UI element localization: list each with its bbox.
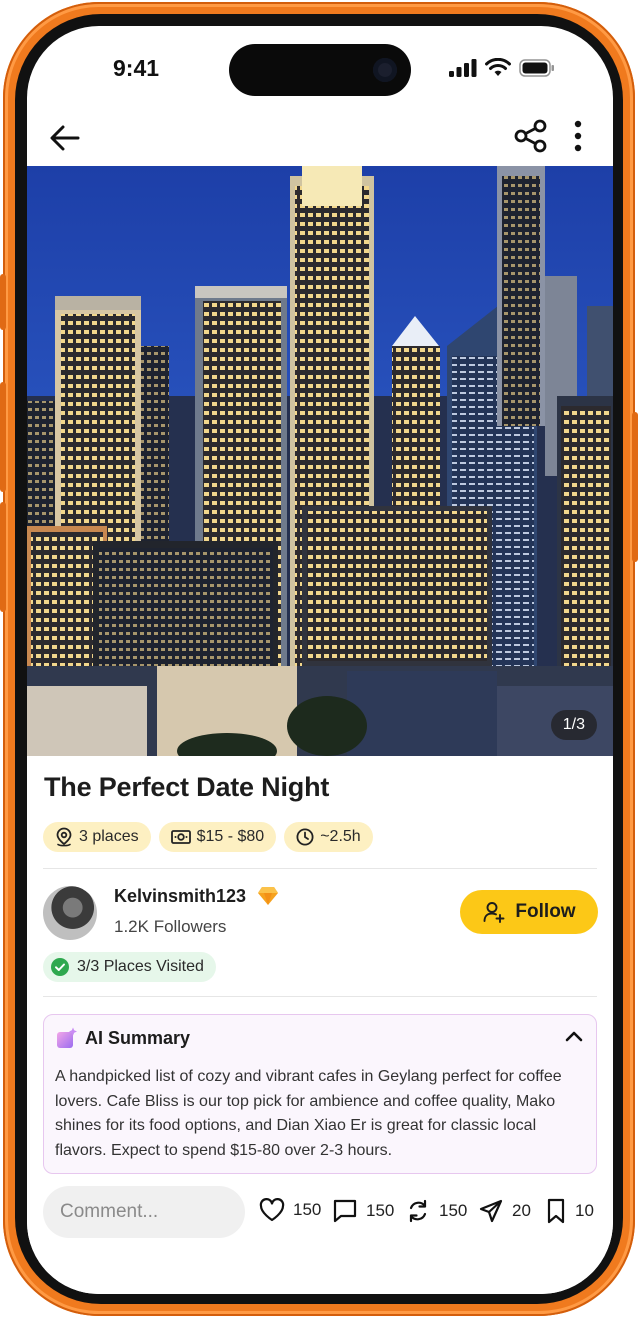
- divider: [43, 996, 597, 997]
- wifi-icon: [485, 58, 511, 76]
- status-bar: 9:41: [27, 26, 613, 106]
- phone-side-button: [632, 412, 638, 562]
- send-count: 20: [512, 1201, 531, 1220]
- back-button[interactable]: [43, 116, 87, 160]
- top-nav: [27, 110, 613, 166]
- divider: [43, 868, 597, 869]
- more-options-button[interactable]: [563, 114, 593, 158]
- repost-button[interactable]: 150: [405, 1198, 467, 1224]
- price-chip-label: $15 - $80: [196, 828, 265, 845]
- phone-side-button: [0, 274, 6, 330]
- share-button[interactable]: [509, 114, 553, 158]
- like-count: 150: [293, 1200, 322, 1219]
- duration-chip-label: ~2.5h: [320, 828, 361, 845]
- bookmark-icon: [547, 1198, 565, 1224]
- places-chip-label: 3 places: [79, 828, 139, 845]
- city-skyline-photo: [27, 166, 613, 756]
- phone-side-button: [0, 502, 6, 612]
- save-button[interactable]: 10: [545, 1198, 594, 1224]
- more-vertical-icon: [574, 120, 582, 152]
- check-circle-icon: [51, 958, 69, 976]
- comment-button[interactable]: 150: [332, 1198, 394, 1224]
- status-time: 9:41: [113, 55, 160, 81]
- repost-count: 150: [439, 1201, 468, 1220]
- ai-sparkle-icon: [57, 1027, 77, 1048]
- author-followers: 1.2K Followers: [114, 917, 227, 936]
- post-info-chips: 3 places $15 - $80 ~2.5h: [43, 822, 373, 852]
- diamond-badge-icon: [258, 887, 278, 905]
- image-pager-indicator: 1/3: [550, 710, 597, 740]
- heart-icon: [259, 1198, 285, 1222]
- repost-icon: [409, 1199, 427, 1223]
- ai-summary-card: AI Summary A handpicked list of cozy and…: [43, 1014, 597, 1174]
- like-button[interactable]: 150: [259, 1198, 321, 1222]
- follow-button[interactable]: Follow: [460, 890, 598, 934]
- hero-image-carousel[interactable]: 1/3: [27, 166, 613, 756]
- signal-icon: [449, 58, 477, 77]
- send-button[interactable]: 20: [478, 1198, 531, 1224]
- duration-chip: ~2.5h: [284, 822, 373, 852]
- ai-summary-text: A handpicked list of cozy and vibrant ca…: [55, 1068, 562, 1159]
- chevron-up-icon[interactable]: [564, 1029, 584, 1043]
- comment-input[interactable]: Comment...: [43, 1186, 245, 1238]
- bottom-action-bar: Comment... 150 150 150 20 10: [27, 1174, 613, 1294]
- battery-icon: [519, 58, 554, 77]
- save-count: 10: [575, 1201, 594, 1220]
- front-camera: [373, 58, 397, 82]
- comment-count: 150: [366, 1201, 395, 1220]
- clock-icon: [296, 828, 314, 846]
- send-plane-icon: [479, 1199, 503, 1223]
- app-screen: 9:41 1/3 The Perfect Date Night 3 places…: [27, 26, 613, 1294]
- comment-bubble-icon: [333, 1199, 357, 1223]
- price-chip: $15 - $80: [158, 822, 277, 852]
- places-chip: 3 places: [43, 822, 151, 852]
- dynamic-island: [229, 44, 411, 96]
- share-nodes-icon: [514, 119, 547, 153]
- places-visited-label: 3/3 Places Visited: [77, 958, 204, 975]
- ai-summary-header[interactable]: AI Summary: [56, 1027, 190, 1049]
- author-avatar[interactable]: [43, 886, 97, 940]
- money-icon: [170, 830, 191, 844]
- follow-button-label: Follow: [515, 901, 576, 922]
- status-icons: [449, 58, 555, 77]
- ai-summary-title: AI Summary: [85, 1027, 191, 1048]
- location-pin-icon: [56, 827, 72, 847]
- arrow-left-icon: [50, 125, 80, 151]
- phone-side-button: [0, 382, 6, 492]
- post-title: The Perfect Date Night: [44, 772, 330, 802]
- author-username[interactable]: Kelvinsmith123: [114, 886, 246, 907]
- user-add-icon: [483, 902, 505, 923]
- places-visited-badge: 3/3 Places Visited: [43, 952, 216, 982]
